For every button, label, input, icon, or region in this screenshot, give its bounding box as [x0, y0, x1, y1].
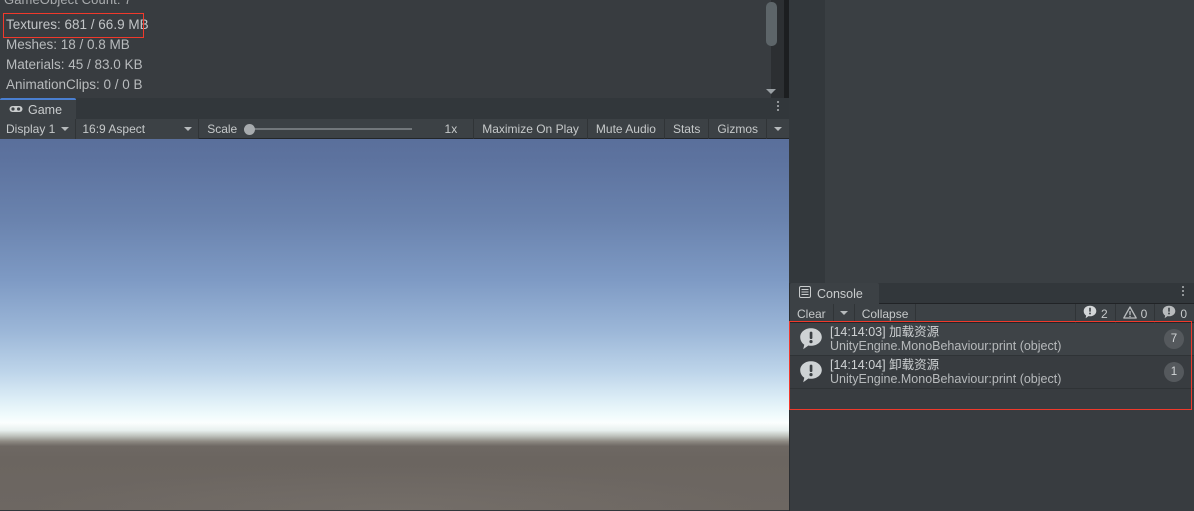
collapse-button[interactable]: Collapse	[855, 304, 916, 323]
gizmos-button[interactable]: Gizmos	[709, 119, 767, 139]
chevron-down-icon[interactable]	[766, 89, 776, 94]
console-log-message: [14:14:03] 加载资源	[830, 325, 940, 339]
console-log-count-badge: 7	[1164, 329, 1184, 349]
scale-label: Scale	[207, 122, 238, 136]
error-circle-icon	[1162, 305, 1176, 322]
scale-slider-group[interactable]: Scale 1x	[199, 119, 475, 139]
console-panel: Console Clear Collapse 2 0 0 [14:14:03] …	[790, 283, 1194, 511]
display-dropdown-label: Display 1	[6, 122, 56, 136]
stats-line-meshes: Meshes: 18 / 0.8 MB	[6, 36, 130, 52]
warning-count-badge[interactable]: 0	[1114, 304, 1155, 323]
right-gutter-strip	[789, 0, 825, 283]
scale-slider-knob[interactable]	[244, 123, 256, 135]
console-log-stacktrace: UnityEngine.MonoBehaviour:print (object)	[830, 339, 1062, 353]
info-bubble-icon	[798, 359, 824, 385]
console-log-message: [14:14:04] 卸载资源	[830, 358, 940, 372]
stats-label: Stats	[672, 122, 701, 136]
stats-line-list: Textures: 681 / 66.9 MB Meshes: 18 / 0.8…	[4, 14, 149, 99]
collapse-label: Collapse	[861, 306, 909, 321]
scale-slider-track	[244, 128, 413, 130]
error-count-badge[interactable]: 0	[1154, 304, 1194, 323]
error-count-label: 0	[1180, 306, 1187, 321]
tab-game[interactable]: Game	[0, 98, 77, 119]
stats-clipped-line: GameObject Count: 7	[4, 0, 132, 7]
stats-scrollbar-thumb[interactable]	[766, 2, 777, 46]
aspect-dropdown-label: 16:9 Aspect	[82, 122, 146, 136]
maximize-on-play-label: Maximize On Play	[482, 122, 579, 136]
game-view-tabbar: Game	[0, 98, 789, 119]
game-render-surface[interactable]	[0, 139, 789, 510]
chevron-down-icon	[184, 127, 193, 131]
aspect-dropdown[interactable]: 16:9 Aspect	[76, 119, 200, 139]
clear-label: Clear	[797, 306, 826, 321]
mute-audio-label: Mute Audio	[595, 122, 656, 136]
console-list-icon	[799, 286, 811, 301]
stats-line-materials: Materials: 45 / 83.0 KB	[6, 56, 143, 72]
stats-line-animationclips: AnimationClips: 0 / 0 B	[6, 76, 143, 92]
console-log-row[interactable]: [14:14:04] 卸载资源 UnityEngine.MonoBehaviou…	[790, 356, 1194, 389]
right-empty-panel	[825, 0, 1194, 283]
maximize-on-play-button[interactable]: Maximize On Play	[474, 119, 588, 139]
gamepad-icon	[9, 103, 23, 117]
tab-game-label: Game	[28, 102, 63, 117]
info-bubble-icon	[1083, 305, 1097, 322]
tab-console[interactable]: Console	[790, 283, 879, 304]
stats-overlay-panel: GameObject Count: 7 Textures: 681 / 66.9…	[0, 0, 790, 98]
game-view-options-kebab-icon[interactable]	[777, 101, 779, 111]
stats-line-textures: Textures: 681 / 66.9 MB	[6, 16, 149, 32]
clear-dropdown-button[interactable]	[834, 304, 854, 322]
info-count-badge[interactable]: 2	[1074, 304, 1115, 323]
console-log-row[interactable]: [14:14:03] 加载资源 UnityEngine.MonoBehaviou…	[790, 323, 1194, 356]
console-log-text: [14:14:04] 卸载资源 UnityEngine.MonoBehaviou…	[830, 358, 1164, 386]
scale-slider[interactable]	[244, 119, 413, 139]
chevron-down-icon	[839, 311, 848, 315]
info-count-label: 2	[1100, 306, 1108, 321]
console-log-list[interactable]: [14:14:03] 加载资源 UnityEngine.MonoBehaviou…	[790, 323, 1194, 389]
display-dropdown[interactable]: Display 1	[0, 119, 77, 139]
stats-scrollbar-track[interactable]	[766, 0, 784, 98]
console-options-kebab-icon[interactable]	[1182, 286, 1184, 296]
game-view-panel: Game Display 1 16:9 Aspect Scale 1x Maxi…	[0, 98, 789, 511]
warning-triangle-icon	[1122, 305, 1137, 322]
clear-button[interactable]: Clear	[790, 304, 833, 323]
console-toolbar: Clear Collapse 2 0 0	[790, 304, 1194, 323]
chevron-down-icon	[61, 127, 70, 131]
info-bubble-icon	[798, 326, 824, 352]
scale-value: 1x	[444, 122, 458, 136]
warning-count-label: 0	[1140, 306, 1148, 321]
unity-editor-window: GameObject Count: 7 Textures: 681 / 66.9…	[0, 0, 1194, 511]
console-log-text: [14:14:03] 加载资源 UnityEngine.MonoBehaviou…	[830, 325, 1164, 353]
console-tabbar: Console	[790, 283, 1194, 304]
tab-console-label: Console	[817, 286, 863, 301]
gizmos-label: Gizmos	[717, 122, 758, 136]
console-log-stacktrace: UnityEngine.MonoBehaviour:print (object)	[830, 372, 1062, 386]
tabbar-empty-area	[74, 98, 789, 119]
stats-button[interactable]: Stats	[665, 119, 710, 139]
ground-shading	[0, 440, 789, 510]
mute-audio-button[interactable]: Mute Audio	[588, 119, 665, 139]
console-log-count-badge: 1	[1164, 362, 1184, 382]
console-search-area[interactable]	[916, 304, 1075, 322]
game-view-toolbar: Display 1 16:9 Aspect Scale 1x Maximize …	[0, 119, 789, 139]
chevron-down-icon	[774, 127, 782, 131]
gizmos-dropdown-button[interactable]	[767, 119, 789, 139]
